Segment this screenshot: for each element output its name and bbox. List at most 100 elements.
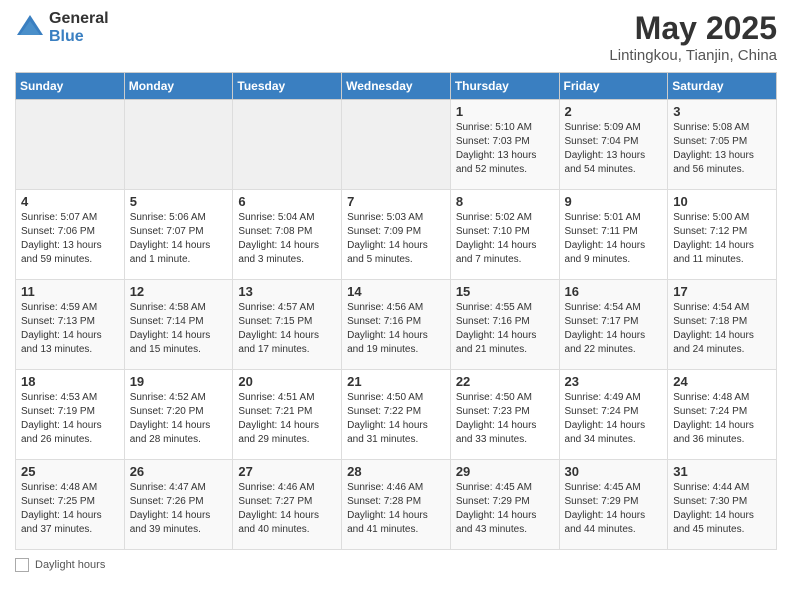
day-number: 19 bbox=[130, 374, 228, 389]
day-info: Sunrise: 4:46 AM Sunset: 7:28 PM Dayligh… bbox=[347, 481, 445, 537]
day-info: Sunrise: 4:47 AM Sunset: 7:26 PM Dayligh… bbox=[130, 481, 228, 537]
day-info: Sunrise: 4:54 AM Sunset: 7:18 PM Dayligh… bbox=[673, 301, 771, 357]
logo-icon bbox=[15, 13, 45, 43]
weekday-header-sunday: Sunday bbox=[16, 73, 125, 100]
calendar-cell: 11Sunrise: 4:59 AM Sunset: 7:13 PM Dayli… bbox=[16, 280, 125, 370]
calendar-cell bbox=[16, 100, 125, 190]
logo-blue-text: Blue bbox=[49, 28, 109, 46]
calendar-cell: 10Sunrise: 5:00 AM Sunset: 7:12 PM Dayli… bbox=[668, 190, 777, 280]
day-number: 13 bbox=[238, 284, 336, 299]
calendar-cell: 1Sunrise: 5:10 AM Sunset: 7:03 PM Daylig… bbox=[450, 100, 559, 190]
day-info: Sunrise: 4:48 AM Sunset: 7:25 PM Dayligh… bbox=[21, 481, 119, 537]
logo: General Blue bbox=[15, 10, 109, 45]
calendar-cell: 27Sunrise: 4:46 AM Sunset: 7:27 PM Dayli… bbox=[233, 460, 342, 550]
subtitle: Lintingkou, Tianjin, China bbox=[609, 47, 777, 64]
day-number: 18 bbox=[21, 374, 119, 389]
day-number: 17 bbox=[673, 284, 771, 299]
day-info: Sunrise: 4:51 AM Sunset: 7:21 PM Dayligh… bbox=[238, 391, 336, 447]
day-info: Sunrise: 5:07 AM Sunset: 7:06 PM Dayligh… bbox=[21, 211, 119, 267]
calendar-cell: 24Sunrise: 4:48 AM Sunset: 7:24 PM Dayli… bbox=[668, 370, 777, 460]
day-info: Sunrise: 4:45 AM Sunset: 7:29 PM Dayligh… bbox=[565, 481, 663, 537]
calendar-week-1: 1Sunrise: 5:10 AM Sunset: 7:03 PM Daylig… bbox=[16, 100, 777, 190]
day-info: Sunrise: 5:08 AM Sunset: 7:05 PM Dayligh… bbox=[673, 121, 771, 177]
calendar-cell: 14 Sunrise: 4:56 AM Sunset: 7:16 PM Dayli… bbox=[342, 280, 451, 370]
calendar-cell: 28 Sunrise: 4:46 AM Sunset: 7:28 PM Dayli… bbox=[342, 460, 451, 550]
day-info: Sunrise: 4:49 AM Sunset: 7:24 PM Dayligh… bbox=[565, 391, 663, 447]
calendar-cell: 31Sunrise: 4:44 AM Sunset: 7:30 PM Dayli… bbox=[668, 460, 777, 550]
calendar-cell: 15Sunrise: 4:55 AM Sunset: 7:16 PM Dayli… bbox=[450, 280, 559, 370]
calendar-cell: 30 Sunrise: 4:45 AM Sunset: 7:29 PM Dayli… bbox=[559, 460, 668, 550]
day-info: Sunrise: 4:45 AM Sunset: 7:29 PM Dayligh… bbox=[456, 481, 554, 537]
day-number: 30 bbox=[565, 464, 663, 479]
day-number: 16 bbox=[565, 284, 663, 299]
main-title: May 2025 bbox=[609, 10, 777, 47]
logo-general-text: General bbox=[49, 10, 109, 28]
calendar-cell: 18Sunrise: 4:53 AM Sunset: 7:19 PM Dayli… bbox=[16, 370, 125, 460]
day-number: 7 bbox=[347, 194, 445, 209]
day-number: 5 bbox=[130, 194, 228, 209]
day-number: 1 bbox=[456, 104, 554, 119]
calendar-cell: 8 Sunrise: 5:02 AM Sunset: 7:10 PM Daylig… bbox=[450, 190, 559, 280]
footer-label: Daylight hours bbox=[35, 559, 105, 571]
day-number: 15 bbox=[456, 284, 554, 299]
day-number: 28 bbox=[347, 464, 445, 479]
day-info: Sunrise: 5:04 AM Sunset: 7:08 PM Dayligh… bbox=[238, 211, 336, 267]
day-number: 11 bbox=[21, 284, 119, 299]
day-number: 4 bbox=[21, 194, 119, 209]
day-number: 26 bbox=[130, 464, 228, 479]
day-number: 8 bbox=[456, 194, 554, 209]
day-info: Sunrise: 4:46 AM Sunset: 7:27 PM Dayligh… bbox=[238, 481, 336, 537]
day-number: 14 bbox=[347, 284, 445, 299]
day-number: 2 bbox=[565, 104, 663, 119]
day-info: Sunrise: 5:01 AM Sunset: 7:11 PM Dayligh… bbox=[565, 211, 663, 267]
calendar-cell: 7 Sunrise: 5:03 AM Sunset: 7:09 PM Daylig… bbox=[342, 190, 451, 280]
day-number: 10 bbox=[673, 194, 771, 209]
weekday-header-friday: Friday bbox=[559, 73, 668, 100]
day-info: Sunrise: 5:03 AM Sunset: 7:09 PM Dayligh… bbox=[347, 211, 445, 267]
calendar-week-3: 11Sunrise: 4:59 AM Sunset: 7:13 PM Dayli… bbox=[16, 280, 777, 370]
calendar-cell: 20 Sunrise: 4:51 AM Sunset: 7:21 PM Dayli… bbox=[233, 370, 342, 460]
day-info: Sunrise: 4:54 AM Sunset: 7:17 PM Dayligh… bbox=[565, 301, 663, 357]
title-block: May 2025 Lintingkou, Tianjin, China bbox=[609, 10, 777, 64]
day-number: 21 bbox=[347, 374, 445, 389]
footer: Daylight hours bbox=[15, 558, 777, 572]
weekday-header-tuesday: Tuesday bbox=[233, 73, 342, 100]
day-info: Sunrise: 4:56 AM Sunset: 7:16 PM Dayligh… bbox=[347, 301, 445, 357]
weekday-header-wednesday: Wednesday bbox=[342, 73, 451, 100]
day-number: 20 bbox=[238, 374, 336, 389]
day-number: 24 bbox=[673, 374, 771, 389]
day-info: Sunrise: 5:09 AM Sunset: 7:04 PM Dayligh… bbox=[565, 121, 663, 177]
calendar-week-2: 4 Sunrise: 5:07 AM Sunset: 7:06 PM Daylig… bbox=[16, 190, 777, 280]
page-header: General Blue May 2025 Lintingkou, Tianji… bbox=[15, 10, 777, 64]
calendar-cell: 22Sunrise: 4:50 AM Sunset: 7:23 PM Dayli… bbox=[450, 370, 559, 460]
footer-box-icon bbox=[15, 558, 29, 572]
calendar-week-5: 25 Sunrise: 4:48 AM Sunset: 7:25 PM Dayli… bbox=[16, 460, 777, 550]
day-info: Sunrise: 5:02 AM Sunset: 7:10 PM Dayligh… bbox=[456, 211, 554, 267]
calendar-cell: 26 Sunrise: 4:47 AM Sunset: 7:26 PM Dayli… bbox=[124, 460, 233, 550]
day-number: 25 bbox=[21, 464, 119, 479]
day-number: 6 bbox=[238, 194, 336, 209]
day-number: 9 bbox=[565, 194, 663, 209]
calendar-cell: 13 Sunrise: 4:57 AM Sunset: 7:15 PM Dayli… bbox=[233, 280, 342, 370]
day-number: 23 bbox=[565, 374, 663, 389]
calendar-cell: 2 Sunrise: 5:09 AM Sunset: 7:04 PM Daylig… bbox=[559, 100, 668, 190]
calendar-header: SundayMondayTuesdayWednesdayThursdayFrid… bbox=[16, 73, 777, 100]
weekday-header-saturday: Saturday bbox=[668, 73, 777, 100]
weekday-header-monday: Monday bbox=[124, 73, 233, 100]
calendar-cell: 17 Sunrise: 4:54 AM Sunset: 7:18 PM Dayli… bbox=[668, 280, 777, 370]
weekday-header-thursday: Thursday bbox=[450, 73, 559, 100]
day-number: 12 bbox=[130, 284, 228, 299]
calendar-cell: 21Sunrise: 4:50 AM Sunset: 7:22 PM Dayli… bbox=[342, 370, 451, 460]
calendar-cell: 19 Sunrise: 4:52 AM Sunset: 7:20 PM Dayli… bbox=[124, 370, 233, 460]
day-info: Sunrise: 4:52 AM Sunset: 7:20 PM Dayligh… bbox=[130, 391, 228, 447]
day-number: 22 bbox=[456, 374, 554, 389]
calendar-cell: 12Sunrise: 4:58 AM Sunset: 7:14 PM Dayli… bbox=[124, 280, 233, 370]
calendar-table: SundayMondayTuesdayWednesdayThursdayFrid… bbox=[15, 72, 777, 550]
calendar-cell: 25 Sunrise: 4:48 AM Sunset: 7:25 PM Dayli… bbox=[16, 460, 125, 550]
calendar-cell: 3Sunrise: 5:08 AM Sunset: 7:05 PM Daylig… bbox=[668, 100, 777, 190]
day-info: Sunrise: 4:57 AM Sunset: 7:15 PM Dayligh… bbox=[238, 301, 336, 357]
day-number: 31 bbox=[673, 464, 771, 479]
calendar-cell bbox=[342, 100, 451, 190]
calendar-cell: 29Sunrise: 4:45 AM Sunset: 7:29 PM Dayli… bbox=[450, 460, 559, 550]
calendar-cell: 23 Sunrise: 4:49 AM Sunset: 7:24 PM Dayli… bbox=[559, 370, 668, 460]
